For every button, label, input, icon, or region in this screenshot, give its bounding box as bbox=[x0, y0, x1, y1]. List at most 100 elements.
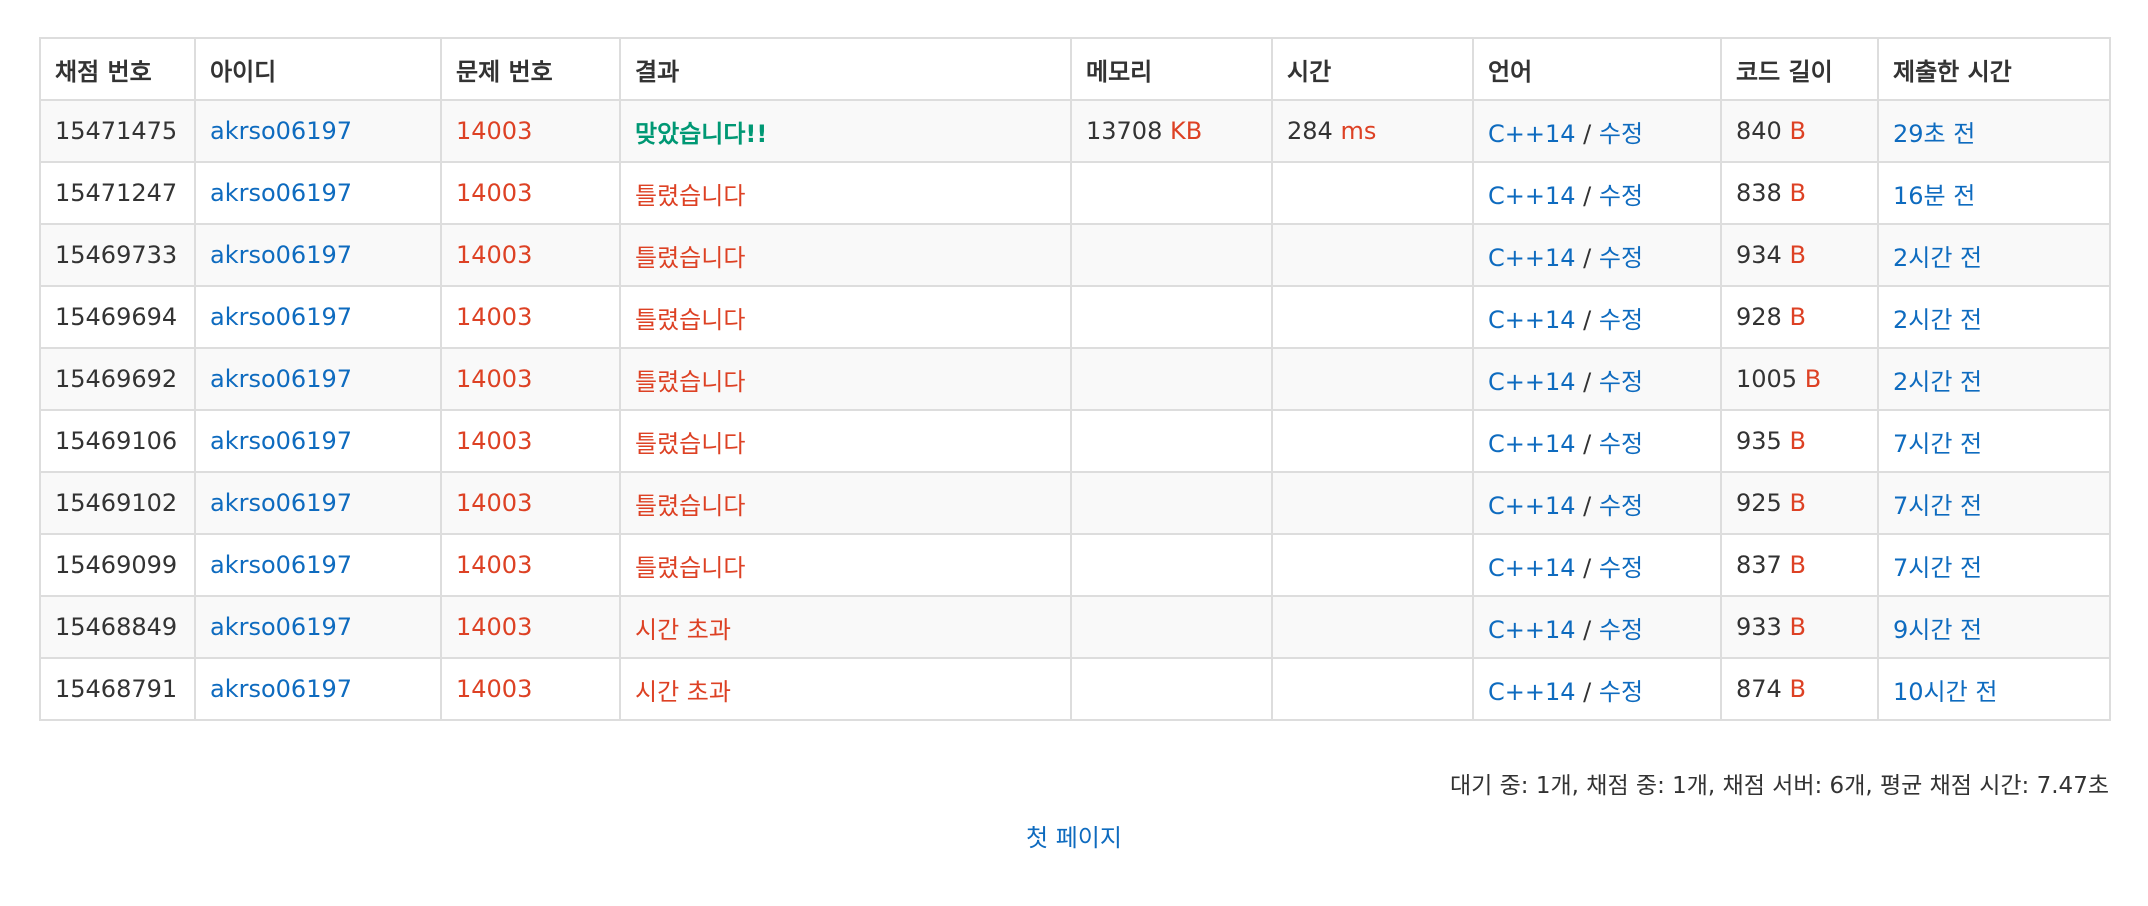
separator: / bbox=[1575, 553, 1599, 582]
memory-cell: 13708 KB bbox=[1070, 99, 1273, 163]
user-link[interactable]: akrso06197 bbox=[210, 241, 352, 269]
edit-link[interactable]: 수정 bbox=[1599, 430, 1643, 458]
user-link[interactable]: akrso06197 bbox=[210, 427, 352, 455]
first-page-link[interactable]: 첫 페이지 bbox=[1026, 824, 1122, 852]
problem-cell: 14003 bbox=[440, 99, 621, 163]
header-memory: 메모리 bbox=[1070, 37, 1273, 101]
edit-link[interactable]: 수정 bbox=[1599, 182, 1643, 210]
problem-link[interactable]: 14003 bbox=[456, 179, 532, 207]
code-length-value: 934 bbox=[1736, 241, 1782, 269]
problem-link[interactable]: 14003 bbox=[456, 365, 532, 393]
code-length-cell: 874 B bbox=[1720, 657, 1879, 721]
problem-link[interactable]: 14003 bbox=[456, 675, 532, 703]
edit-link[interactable]: 수정 bbox=[1599, 492, 1643, 520]
user-link[interactable]: akrso06197 bbox=[210, 179, 352, 207]
code-length-unit: B bbox=[1789, 489, 1806, 517]
submission-id: 15469106 bbox=[39, 409, 196, 473]
time-value: 284 bbox=[1287, 117, 1333, 145]
memory-cell bbox=[1070, 533, 1273, 597]
submitted-time-link[interactable]: 7시간 전 bbox=[1893, 554, 1982, 582]
submitted-time-link[interactable]: 9시간 전 bbox=[1893, 616, 1982, 644]
problem-link[interactable]: 14003 bbox=[456, 241, 532, 269]
submitted-time-link[interactable]: 16분 전 bbox=[1893, 182, 1975, 210]
edit-link[interactable]: 수정 bbox=[1599, 120, 1643, 148]
code-length-cell: 838 B bbox=[1720, 161, 1879, 225]
submission-id: 15469099 bbox=[39, 533, 196, 597]
header-code-length: 코드 길이 bbox=[1720, 37, 1879, 101]
result-status: 맞았습니다!! bbox=[635, 119, 768, 148]
memory-unit: KB bbox=[1170, 117, 1203, 145]
submitted-time-link[interactable]: 10시간 전 bbox=[1893, 678, 1997, 706]
user-link[interactable]: akrso06197 bbox=[210, 613, 352, 641]
language-link[interactable]: C++14 bbox=[1488, 368, 1576, 396]
edit-link[interactable]: 수정 bbox=[1599, 244, 1643, 272]
language-link[interactable]: C++14 bbox=[1488, 182, 1576, 210]
user-link[interactable]: akrso06197 bbox=[210, 365, 352, 393]
user-link[interactable]: akrso06197 bbox=[210, 303, 352, 331]
result-status: 틀렸습니다 bbox=[635, 553, 746, 582]
language-link[interactable]: C++14 bbox=[1488, 554, 1576, 582]
user-link[interactable]: akrso06197 bbox=[210, 551, 352, 579]
problem-cell: 14003 bbox=[440, 533, 621, 597]
edit-link[interactable]: 수정 bbox=[1599, 306, 1643, 334]
time-cell bbox=[1271, 657, 1474, 721]
language-link[interactable]: C++14 bbox=[1488, 430, 1576, 458]
edit-link[interactable]: 수정 bbox=[1599, 554, 1643, 582]
submitted-time-link[interactable]: 29초 전 bbox=[1893, 120, 1975, 148]
header-language: 언어 bbox=[1472, 37, 1722, 101]
time-cell bbox=[1271, 533, 1474, 597]
problem-link[interactable]: 14003 bbox=[456, 613, 532, 641]
submitted-time-link[interactable]: 2시간 전 bbox=[1893, 244, 1982, 272]
submitted-time-link[interactable]: 2시간 전 bbox=[1893, 368, 1982, 396]
submitted-time-link[interactable]: 2시간 전 bbox=[1893, 306, 1982, 334]
submitted-time-link[interactable]: 7시간 전 bbox=[1893, 492, 1982, 520]
submitted-time-link[interactable]: 7시간 전 bbox=[1893, 430, 1982, 458]
code-length-cell: 1005 B bbox=[1720, 347, 1879, 411]
problem-link[interactable]: 14003 bbox=[456, 551, 532, 579]
result-status: 시간 초과 bbox=[635, 677, 731, 706]
user-link[interactable]: akrso06197 bbox=[210, 675, 352, 703]
problem-cell: 14003 bbox=[440, 471, 621, 535]
table-row: 15468849 akrso06197 14003 시간 초과 C++14 / 수정 93… bbox=[39, 595, 2111, 659]
time-cell bbox=[1271, 471, 1474, 535]
submitted-time-cell: 29초 전 bbox=[1877, 99, 2111, 163]
edit-link[interactable]: 수정 bbox=[1599, 616, 1643, 644]
language-link[interactable]: C++14 bbox=[1488, 492, 1576, 520]
language-link[interactable]: C++14 bbox=[1488, 616, 1576, 644]
problem-link[interactable]: 14003 bbox=[456, 117, 532, 145]
submitted-time-cell: 16분 전 bbox=[1877, 161, 2111, 225]
submitted-time-cell: 7시간 전 bbox=[1877, 471, 2111, 535]
code-length-unit: B bbox=[1789, 551, 1806, 579]
result-status: 틀렸습니다 bbox=[635, 181, 746, 210]
separator: / bbox=[1575, 491, 1599, 520]
memory-cell bbox=[1070, 161, 1273, 225]
edit-link[interactable]: 수정 bbox=[1599, 368, 1643, 396]
user-link[interactable]: akrso06197 bbox=[210, 489, 352, 517]
language-link[interactable]: C++14 bbox=[1488, 244, 1576, 272]
memory-cell bbox=[1070, 595, 1273, 659]
table-row: 15469102 akrso06197 14003 틀렸습니다 C++14 / 수정 92… bbox=[39, 471, 2111, 535]
result-cell: 틀렸습니다 bbox=[619, 409, 1072, 473]
language-link[interactable]: C++14 bbox=[1488, 306, 1576, 334]
memory-cell bbox=[1070, 657, 1273, 721]
edit-link[interactable]: 수정 bbox=[1599, 678, 1643, 706]
separator: / bbox=[1575, 615, 1599, 644]
language-link[interactable]: C++14 bbox=[1488, 120, 1576, 148]
submitted-time-cell: 10시간 전 bbox=[1877, 657, 2111, 721]
language-link[interactable]: C++14 bbox=[1488, 678, 1576, 706]
code-length-value: 935 bbox=[1736, 427, 1782, 455]
result-cell: 맞았습니다!! bbox=[619, 99, 1072, 163]
judge-stats: 대기 중: 1개, 채점 중: 1개, 채점 서버: 6개, 평균 채점 시간:… bbox=[1450, 773, 2109, 799]
problem-link[interactable]: 14003 bbox=[456, 427, 532, 455]
user-link[interactable]: akrso06197 bbox=[210, 117, 352, 145]
problem-link[interactable]: 14003 bbox=[456, 489, 532, 517]
result-cell: 틀렸습니다 bbox=[619, 471, 1072, 535]
code-length-cell: 933 B bbox=[1720, 595, 1879, 659]
table-row: 15469106 akrso06197 14003 틀렸습니다 C++14 / 수정 93… bbox=[39, 409, 2111, 473]
problem-link[interactable]: 14003 bbox=[456, 303, 532, 331]
code-length-unit: B bbox=[1789, 427, 1806, 455]
result-status: 틀렸습니다 bbox=[635, 305, 746, 334]
time-cell bbox=[1271, 161, 1474, 225]
code-length-cell: 935 B bbox=[1720, 409, 1879, 473]
result-cell: 틀렸습니다 bbox=[619, 223, 1072, 287]
